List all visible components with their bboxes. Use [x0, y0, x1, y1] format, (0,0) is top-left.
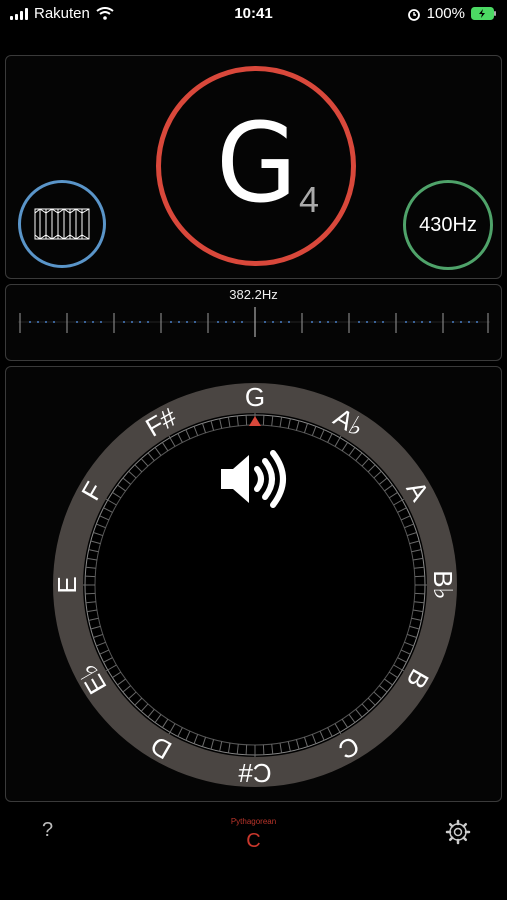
- wheel-tick: [85, 592, 96, 595]
- wheel-tick: [262, 744, 265, 755]
- wheel-tick: [85, 575, 96, 578]
- wheel-tick: [414, 575, 425, 578]
- battery-percent: 100%: [426, 5, 465, 22]
- octave-number: 4: [299, 179, 320, 220]
- note-ring: G 4: [156, 66, 356, 266]
- waveform-button[interactable]: [18, 180, 106, 268]
- temperament-label[interactable]: Pythagorean: [0, 817, 507, 826]
- note-panel: G 4 430Hz: [5, 55, 502, 279]
- waveform-icon: [34, 208, 90, 240]
- wheel-note-label[interactable]: B♭: [428, 570, 458, 600]
- battery-charging-icon: [471, 7, 496, 20]
- reference-pitch-button[interactable]: 430Hz: [403, 180, 493, 270]
- wheel-tick: [414, 592, 425, 595]
- wheel-tick: [245, 415, 248, 426]
- wheel-tick: [262, 415, 265, 426]
- cents-scale: [18, 307, 490, 337]
- key-selector[interactable]: C: [0, 830, 507, 853]
- status-bar: Rakuten 10:41 100%: [0, 0, 507, 30]
- wheel-note-label[interactable]: E: [52, 576, 82, 593]
- frequency-panel: 382.2Hz: [5, 284, 502, 361]
- wheel-tick: [245, 744, 248, 755]
- bottom-toolbar: ? Pythagorean C: [0, 805, 507, 900]
- alarm-icon: [407, 8, 420, 21]
- reference-pitch-label: 430Hz: [419, 213, 477, 236]
- status-right: 100%: [407, 5, 497, 22]
- note-wheel[interactable]: GA♭AB♭BCC#DE♭EFF#: [6, 367, 501, 801]
- wheel-note-label[interactable]: G: [245, 382, 265, 412]
- note-wheel-panel: G A♭ A B♭ B C C# D E♭ E F F#: [5, 366, 502, 802]
- settings-gear-icon[interactable]: [445, 819, 471, 845]
- wheel-note-label[interactable]: C#: [238, 758, 272, 788]
- frequency-readout: 382.2Hz: [229, 287, 278, 302]
- note-name: G: [216, 99, 297, 227]
